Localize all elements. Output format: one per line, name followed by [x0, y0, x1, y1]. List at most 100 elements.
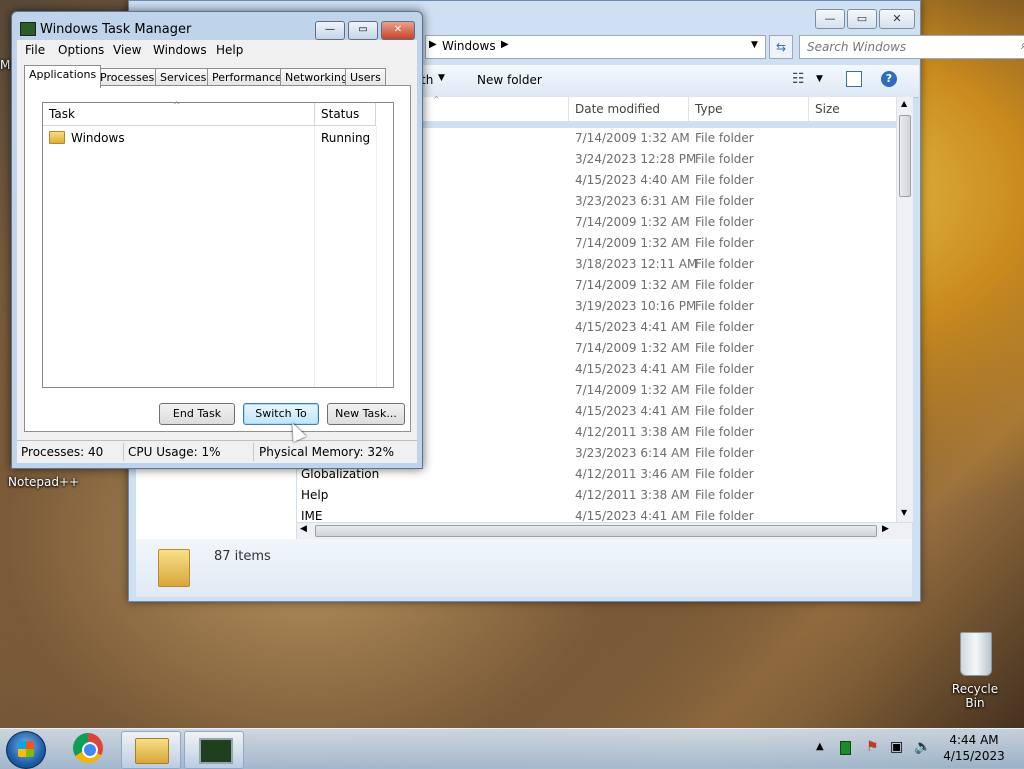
network-icon[interactable]: ▣	[890, 739, 903, 755]
view-dropdown-icon[interactable]: ▼	[816, 74, 823, 84]
scroll-thumb[interactable]	[899, 115, 911, 197]
file-type: File folder	[695, 299, 754, 313]
file-date: 4/15/2023 4:41 AM	[575, 320, 690, 334]
scroll-down-icon[interactable]: ▼	[901, 508, 907, 517]
search-input[interactable]: Search Windows ⌕	[799, 35, 1024, 59]
folder-icon	[49, 131, 65, 144]
task-manager-app-icon	[20, 22, 36, 36]
new-task-button[interactable]: New Task...	[327, 403, 405, 425]
status-divider	[253, 443, 254, 461]
menu-file[interactable]: File	[25, 43, 45, 57]
file-type: File folder	[695, 488, 754, 502]
column-size[interactable]: Size	[815, 102, 840, 116]
desktop-icon-notepadpp[interactable]: Notepad++	[8, 475, 79, 489]
column-divider	[314, 126, 315, 387]
column-date-modified[interactable]: Date modified	[575, 102, 660, 116]
recycle-bin-icon	[960, 632, 992, 676]
horizontal-scrollbar[interactable]: ◀ ▶	[297, 523, 912, 539]
status-processes: Processes: 40	[21, 445, 104, 459]
close-button[interactable]: ✕	[879, 9, 915, 29]
file-date: 3/23/2023 6:14 AM	[575, 446, 690, 460]
show-hidden-icons-icon[interactable]: ▲	[816, 741, 824, 752]
file-date: 4/15/2023 4:41 AM	[575, 362, 690, 376]
breadcrumb-arrow-icon[interactable]: ▶	[501, 39, 509, 50]
tab-applications[interactable]: Applications	[24, 65, 102, 88]
taskbar-task-manager[interactable]	[184, 731, 244, 769]
end-task-button[interactable]: End Task	[159, 403, 235, 425]
menu-windows[interactable]: Windows	[153, 43, 207, 57]
task-list[interactable]: Task ^ Status Windows Running	[42, 101, 394, 388]
close-button[interactable]: ✕	[381, 21, 415, 40]
scroll-up-icon[interactable]: ▲	[901, 99, 907, 108]
desktop-icon-partial-label[interactable]: M	[0, 58, 10, 72]
address-dropdown-icon[interactable]: ▼	[751, 40, 758, 50]
menu-view[interactable]: View	[113, 43, 141, 57]
view-options-icon[interactable]: ☷	[792, 71, 805, 87]
details-pane: 87 items	[136, 539, 912, 597]
chevron-down-icon[interactable]: ▼	[438, 73, 445, 83]
scroll-right-icon[interactable]: ▶	[882, 524, 889, 534]
refresh-icon[interactable]: ⇆	[769, 35, 793, 59]
help-icon[interactable]: ?	[881, 71, 897, 87]
windows-logo-icon	[18, 741, 34, 757]
menu-help[interactable]: Help	[216, 43, 243, 57]
file-date: 7/14/2009 1:32 AM	[575, 236, 690, 250]
applications-panel: Task ^ Status Windows Running End Task S…	[24, 85, 411, 432]
file-date: 3/23/2023 6:31 AM	[575, 194, 690, 208]
switch-to-button[interactable]: Switch To	[243, 403, 319, 425]
vertical-scrollbar[interactable]: ▲ ▼	[896, 97, 913, 522]
action-center-icon[interactable]: ⚑	[866, 739, 879, 755]
file-name-text: IME	[301, 509, 323, 523]
file-type: File folder	[695, 446, 754, 460]
task-name: Windows	[71, 131, 125, 145]
minimize-button[interactable]: —	[315, 21, 345, 40]
file-date: 7/14/2009 1:32 AM	[575, 131, 690, 145]
task-manager-status-bar: Processes: 40 CPU Usage: 1% Physical Mem…	[17, 440, 417, 463]
file-type: File folder	[695, 320, 754, 334]
task-row[interactable]: Windows Running	[49, 129, 389, 147]
folder-large-icon	[158, 549, 190, 587]
file-type: File folder	[695, 362, 754, 376]
column-task-label: Task	[49, 107, 75, 121]
sort-arrow-icon: ^	[433, 95, 440, 104]
scroll-thumb-horizontal[interactable]	[315, 525, 877, 537]
file-type: File folder	[695, 257, 754, 271]
task-manager-body: Applications Processes Services Performa…	[17, 60, 417, 440]
clock[interactable]: 4:44 AM 4/15/2023	[940, 733, 1008, 763]
tray-app-icon[interactable]	[840, 741, 851, 755]
volume-muted-icon[interactable]: 🔈	[914, 739, 931, 755]
file-row[interactable]: Help 4/12/2011 3:38 AM File folder	[279, 485, 887, 506]
address-bar[interactable]: ▶ Windows ▶ ▼	[425, 35, 766, 59]
menu-bar: File Options View Windows Help	[17, 40, 417, 60]
file-name-text: Help	[301, 488, 329, 502]
file-type: File folder	[695, 215, 754, 229]
clock-time: 4:44 AM	[949, 733, 999, 747]
file-date: 7/14/2009 1:32 AM	[575, 341, 690, 355]
desktop-icon-recycle-bin[interactable]: Recycle Bin	[944, 630, 1006, 710]
file-date: 4/12/2011 3:46 AM	[575, 467, 690, 481]
task-status: Running	[321, 131, 371, 145]
file-date: 7/14/2009 1:32 AM	[575, 215, 690, 229]
column-status[interactable]: Status	[315, 103, 376, 126]
file-type: File folder	[695, 173, 754, 187]
start-button[interactable]	[6, 731, 46, 769]
file-date: 3/19/2023 10:16 PM	[575, 299, 697, 313]
column-divider	[688, 97, 689, 121]
column-divider	[376, 126, 377, 387]
minimize-button[interactable]: —	[815, 9, 845, 29]
column-task[interactable]: Task ^	[43, 101, 315, 126]
new-folder-button[interactable]: New folder	[477, 73, 542, 87]
task-manager-window[interactable]: Windows Task Manager — ▭ ✕ File Options …	[11, 11, 423, 469]
breadcrumb-windows[interactable]: Windows	[442, 39, 496, 53]
file-type: File folder	[695, 425, 754, 439]
menu-options[interactable]: Options	[58, 43, 104, 57]
file-date: 3/18/2023 12:11 AM	[575, 257, 698, 271]
maximize-button[interactable]: ▭	[348, 21, 378, 40]
maximize-button[interactable]: ▭	[847, 9, 877, 29]
column-type[interactable]: Type	[695, 102, 723, 116]
taskbar-chrome[interactable]	[60, 731, 118, 767]
taskbar-explorer[interactable]	[121, 731, 181, 769]
status-memory: Physical Memory: 32%	[259, 445, 395, 459]
scroll-left-icon[interactable]: ◀	[300, 524, 307, 534]
preview-pane-icon[interactable]	[846, 71, 862, 87]
